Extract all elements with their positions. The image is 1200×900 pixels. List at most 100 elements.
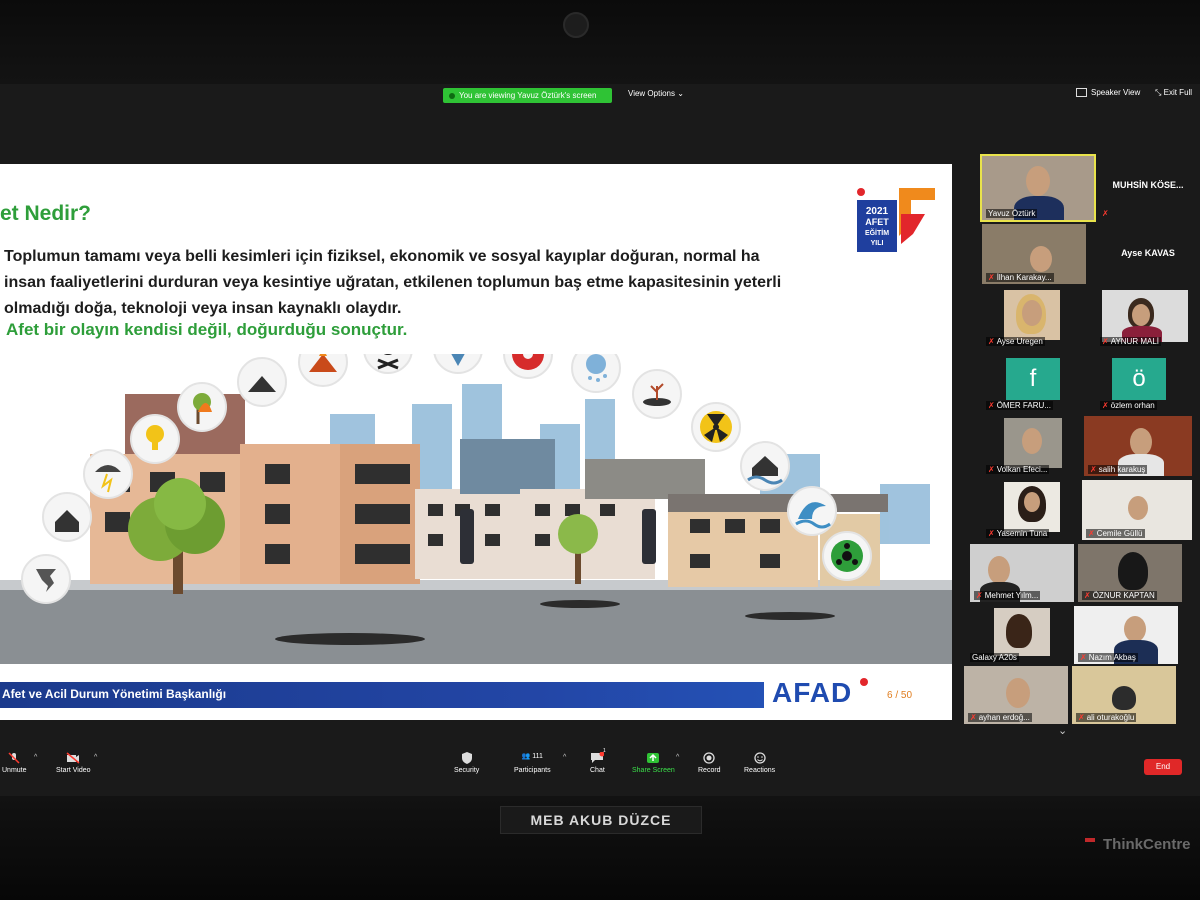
participant-tile[interactable]: ✗ ayhan erdoğ...: [964, 666, 1068, 724]
share-screen-icon: [647, 753, 660, 763]
participant-tile[interactable]: ✗ İlhan Karakay...: [982, 224, 1086, 284]
participant-tile[interactable]: Yavuz Öztürk: [980, 154, 1096, 222]
participant-name-wrap: ✗ ayhan erdoğ...: [968, 713, 1032, 722]
person-face: [1006, 678, 1030, 708]
participant-tile[interactable]: ✗ AYNUR MALİ: [1096, 288, 1200, 348]
slide-body-line: insan faaliyetlerini durduran veya kesin…: [4, 274, 782, 291]
logo-year: 2021: [866, 206, 889, 217]
participant-name: özlem orhan: [1110, 401, 1155, 410]
muted-mic-icon: ✗: [1090, 465, 1097, 474]
participant-tile[interactable]: ✗ Yasemin Tuna: [982, 480, 1086, 540]
participant-name-wrap: ✗ ÖZNUR KAPTAN: [1082, 591, 1157, 600]
person-hair: [1006, 614, 1032, 648]
zoom-window: You are viewing Yavuz Öztürk's screen Vi…: [0, 84, 1200, 796]
participant-name: ÖZNUR KAPTAN: [1092, 591, 1155, 600]
slide-body-line: Toplumun tamamı veya belli kesimleri içi…: [4, 248, 760, 265]
participant-name: AYNUR MALİ: [1110, 337, 1160, 346]
person-face: [1132, 304, 1150, 326]
chat-button[interactable]: Chat: [590, 752, 605, 774]
person-face: [1030, 246, 1052, 272]
participant-tile[interactable]: ✗ ÖZNUR KAPTAN: [1078, 544, 1182, 602]
chevron-up-icon[interactable]: ^: [676, 754, 679, 761]
person-face: [1024, 492, 1040, 512]
muted-mic-icon: ✗: [988, 273, 995, 282]
participant-name-wrap: ✗ Nazım Akbaş: [1078, 653, 1138, 662]
participant-tile[interactable]: MUHSİN KÖSE... ✗: [1096, 156, 1200, 220]
participants-button[interactable]: 👥 111 Participants: [514, 752, 551, 774]
participant-tile[interactable]: ✗ Volkan Efeci...: [982, 416, 1086, 476]
chevron-up-icon[interactable]: ^: [563, 754, 566, 761]
speaker-view-button[interactable]: Speaker View: [1076, 88, 1141, 98]
chevron-up-icon[interactable]: ^: [94, 754, 97, 761]
participant-name: Yasemin Tuna: [996, 529, 1048, 538]
exit-full-screen-button[interactable]: ⤡ Exit Full: [1155, 88, 1192, 98]
end-meeting-button[interactable]: End: [1144, 759, 1182, 775]
participants-icon-row: 👥 111: [514, 752, 551, 767]
muted-mic-icon: ✗: [1080, 653, 1087, 662]
participant-name-wrap: ✗ Mehmet Yılm...: [974, 591, 1041, 600]
participant-tile[interactable]: ✗ Mehmet Yılm...: [970, 544, 1074, 602]
participant-avatar-letter: ö: [1112, 358, 1166, 400]
view-options-button[interactable]: View Options ⌄: [628, 89, 684, 98]
muted-mic-icon: ✗: [1102, 209, 1109, 218]
participant-name: ÖMER FARU...: [996, 401, 1051, 410]
participant-name: MUHSİN KÖSE...: [1112, 180, 1184, 190]
webcam: [563, 12, 589, 38]
record-icon: [703, 752, 715, 764]
chevron-down-icon[interactable]: ⌄: [1058, 724, 1067, 737]
logo-line3: YILI: [871, 240, 884, 247]
participant-name-wrap: ✗ Yasemin Tuna: [986, 529, 1050, 538]
share-screen-label: Share Screen: [632, 767, 675, 774]
participant-name: Volkan Efeci...: [996, 465, 1048, 474]
participant-name-wrap: ✗ Volkan Efeci...: [986, 465, 1050, 474]
participant-tile[interactable]: Ayse KAVAS: [1096, 224, 1200, 284]
asset-label-sticker: MEB AKUB DÜZCE: [500, 806, 702, 834]
person-face: [988, 556, 1010, 584]
logo-line2: EĞİTİM: [865, 228, 889, 237]
speaker-view-label: Speaker View: [1091, 88, 1141, 97]
participant-tile[interactable]: ✗ salih karakuş: [1084, 416, 1192, 476]
participant-name: Ayse KAVAS: [1121, 248, 1175, 258]
security-button[interactable]: Security: [454, 752, 479, 774]
reactions-button[interactable]: Reactions: [744, 752, 775, 774]
start-video-button[interactable]: Start Video: [56, 752, 91, 774]
participant-name: Mehmet Yılm...: [984, 591, 1039, 600]
muted-mic-icon: ✗: [988, 465, 995, 474]
chevron-up-icon[interactable]: ^: [34, 754, 37, 761]
zoom-top-bar: You are viewing Yavuz Öztürk's screen Vi…: [0, 84, 1200, 108]
participant-name-wrap: ✗ özlem orhan: [1100, 401, 1157, 410]
participant-tile[interactable]: Galaxy A20s: [966, 606, 1070, 664]
disaster-city-illustration: [0, 354, 952, 664]
muted-mic-icon: [8, 752, 20, 764]
participant-tile[interactable]: ö ✗ özlem orhan: [1096, 352, 1200, 412]
reactions-label: Reactions: [744, 767, 776, 774]
video-off-icon: [66, 752, 80, 764]
logo-line1: AFET: [865, 217, 889, 227]
person-face: [1130, 428, 1152, 456]
participant-tile[interactable]: ✗ Nazım Akbaş: [1074, 606, 1178, 664]
participant-tile[interactable]: f ✗ ÖMER FARU...: [982, 352, 1086, 412]
participant-tile[interactable]: ✗ Cemile Güllü: [1082, 480, 1192, 540]
record-button[interactable]: Record: [698, 752, 721, 774]
participant-name-wrap: ✗ İlhan Karakay...: [986, 273, 1054, 282]
person-face: [1026, 166, 1050, 196]
participant-tile[interactable]: ✗ Ayse Uregen: [982, 288, 1086, 348]
person-hair: [1118, 552, 1148, 590]
slide-title: et Nedir?: [0, 202, 92, 225]
viewing-badge-label: You are viewing Yavuz Öztürk's screen: [459, 91, 597, 100]
unmute-button[interactable]: Unmute: [2, 752, 27, 774]
participant-name: ayhan erdoğ...: [978, 713, 1030, 722]
monitor-brand: ThinkCentre: [1103, 836, 1191, 853]
participant-tile[interactable]: ✗ ali oturakoğlu: [1072, 666, 1176, 724]
exit-full-label: Exit Full: [1163, 88, 1193, 97]
monitor-bezel-top: [0, 0, 1200, 92]
muted-mic-icon: ✗: [1078, 713, 1085, 722]
slide-footer: Afet ve Acil Durum Yönetimi Başkanlığı A…: [0, 676, 952, 710]
slide-body: Toplumun tamamı veya belli kesimleri içi…: [4, 244, 944, 322]
participant-name: salih karakuş: [1098, 465, 1146, 474]
share-screen-button[interactable]: Share Screen: [632, 752, 675, 774]
participant-name: Galaxy A20s: [970, 653, 1019, 662]
record-label: Record: [698, 767, 721, 774]
person-face: [1022, 428, 1042, 454]
participant-name-wrap: ✗ ali oturakoğlu: [1076, 713, 1137, 722]
